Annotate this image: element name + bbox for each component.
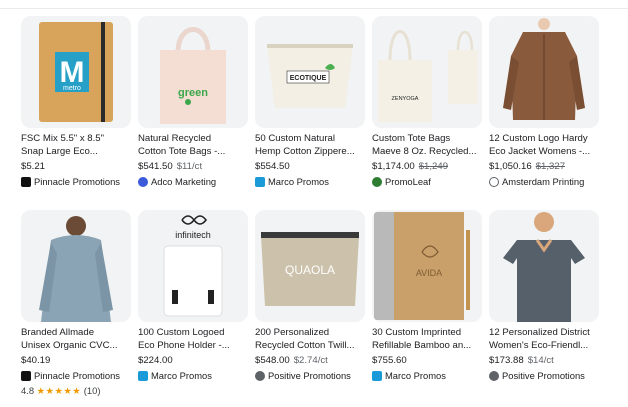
seller[interactable]: Positive Promotions: [255, 370, 351, 381]
svg-text:metro: metro: [63, 85, 81, 92]
product-title-line2[interactable]: Eco Jacket Womens -...: [489, 145, 607, 158]
product-price: $541.50 $11/ct: [138, 161, 203, 172]
product-title-line1[interactable]: 12 Personalized District: [489, 326, 607, 339]
product-price: $755.60: [372, 355, 407, 366]
product-title-line1[interactable]: 50 Custom Natural: [255, 132, 373, 145]
marco-logo-icon: [372, 370, 382, 381]
svg-text:green: green: [178, 87, 208, 99]
svg-text:AVIDA: AVIDA: [416, 268, 442, 278]
twill-pouch-image: QUAOLA: [255, 210, 365, 322]
product-title-line2[interactable]: Recycled Cotton Twill...: [255, 339, 373, 352]
product-image[interactable]: M metro: [21, 16, 131, 128]
product-title-line1[interactable]: Branded Allmade: [21, 326, 139, 339]
product-title-line1[interactable]: 200 Personalized: [255, 326, 373, 339]
seller[interactable]: Positive Promotions: [489, 370, 585, 381]
svg-text:infinitech: infinitech: [175, 230, 211, 240]
product-title-line1[interactable]: 30 Custom Imprinted: [372, 326, 490, 339]
product-image[interactable]: green: [138, 16, 248, 128]
product-title-line2[interactable]: Hemp Cotton Zippere...: [255, 145, 373, 158]
product-image[interactable]: [489, 16, 599, 128]
tote-bags-image: ZENYOGA: [372, 16, 482, 128]
marco-logo-icon: [138, 370, 148, 381]
positive-logo-icon: [489, 370, 499, 381]
zipper-pouch-image: ECOTIQUE: [255, 16, 365, 128]
notebook-image: M metro: [21, 16, 131, 128]
product-price: $224.00: [138, 355, 173, 366]
product-title-line1[interactable]: 12 Custom Logo Hardy: [489, 132, 607, 145]
product-image[interactable]: ZENYOGA: [372, 16, 482, 128]
seller[interactable]: Marco Promos: [255, 176, 329, 187]
product-title-line2[interactable]: Women's Eco-Friendl...: [489, 339, 607, 352]
product-price: $40.19: [21, 355, 51, 366]
product-title-line1[interactable]: Natural Recycled: [138, 132, 256, 145]
product-image[interactable]: AVIDA: [372, 210, 482, 322]
pinnacle-logo-icon: [21, 370, 31, 381]
promoleaf-logo-icon: [372, 176, 382, 187]
adco-logo-icon: [138, 176, 148, 187]
hoodie-image: [21, 210, 131, 322]
product-title-line2[interactable]: Cotton Tote Bags -...: [138, 145, 256, 158]
star-rating-icon: ★★★★★: [36, 385, 82, 396]
seller[interactable]: PromoLeaf: [372, 176, 431, 187]
product-grid: M metro FSC Mix 5.5" x 8.5" Snap Large E…: [0, 0, 628, 407]
product-title-line1[interactable]: Custom Tote Bags: [372, 132, 490, 145]
jacket-image: [489, 16, 599, 128]
amsterdam-logo-icon: [489, 176, 499, 187]
product-title-line1[interactable]: FSC Mix 5.5" x 8.5": [21, 132, 139, 145]
product-title-line2[interactable]: Eco Phone Holder -...: [138, 339, 256, 352]
seller[interactable]: Marco Promos: [138, 370, 212, 381]
svg-text:ZENYOGA: ZENYOGA: [392, 96, 419, 102]
product-image[interactable]: ECOTIQUE: [255, 16, 365, 128]
pinnacle-logo-icon: [21, 176, 31, 187]
product-price: $5.21: [21, 161, 46, 172]
seller[interactable]: Adco Marketing: [138, 176, 216, 187]
product-image[interactable]: QUAOLA: [255, 210, 365, 322]
product-price: $548.00 $2.74/ct: [255, 355, 328, 366]
bamboo-notebook-image: AVIDA: [372, 210, 482, 322]
phone-holder-image: infinitech: [138, 210, 248, 322]
product-price: $173.88 $14/ct: [489, 355, 554, 366]
product-title-line2[interactable]: Unisex Organic CVC...: [21, 339, 139, 352]
product-title-line2[interactable]: Refillable Bamboo an...: [372, 339, 490, 352]
product-title-line2[interactable]: Maeve 8 Oz. Recycled...: [372, 145, 490, 158]
product-image[interactable]: [489, 210, 599, 322]
product-price: $554.50: [255, 161, 290, 172]
product-price: $1,174.00 $1,249: [372, 161, 449, 172]
seller[interactable]: Marco Promos: [372, 370, 446, 381]
product-title-line2[interactable]: Snap Large Eco...: [21, 145, 139, 158]
seller[interactable]: Amsterdam Printing: [489, 176, 584, 187]
tshirt-image: [489, 210, 599, 322]
svg-text:ECOTIQUE: ECOTIQUE: [290, 75, 327, 82]
rating[interactable]: 4.8 ★★★★★ (10): [21, 385, 100, 397]
seller[interactable]: Pinnacle Promotions: [21, 176, 120, 187]
seller[interactable]: Pinnacle Promotions: [21, 370, 120, 381]
tote-bag-image: green: [138, 16, 248, 128]
positive-logo-icon: [255, 370, 265, 381]
product-title-line1[interactable]: 100 Custom Logoed: [138, 326, 256, 339]
product-image[interactable]: [21, 210, 131, 322]
product-price: $1,050.16 $1,327: [489, 161, 566, 172]
product-image[interactable]: infinitech: [138, 210, 248, 322]
svg-text:QUAOLA: QUAOLA: [285, 263, 335, 277]
marco-logo-icon: [255, 176, 265, 187]
